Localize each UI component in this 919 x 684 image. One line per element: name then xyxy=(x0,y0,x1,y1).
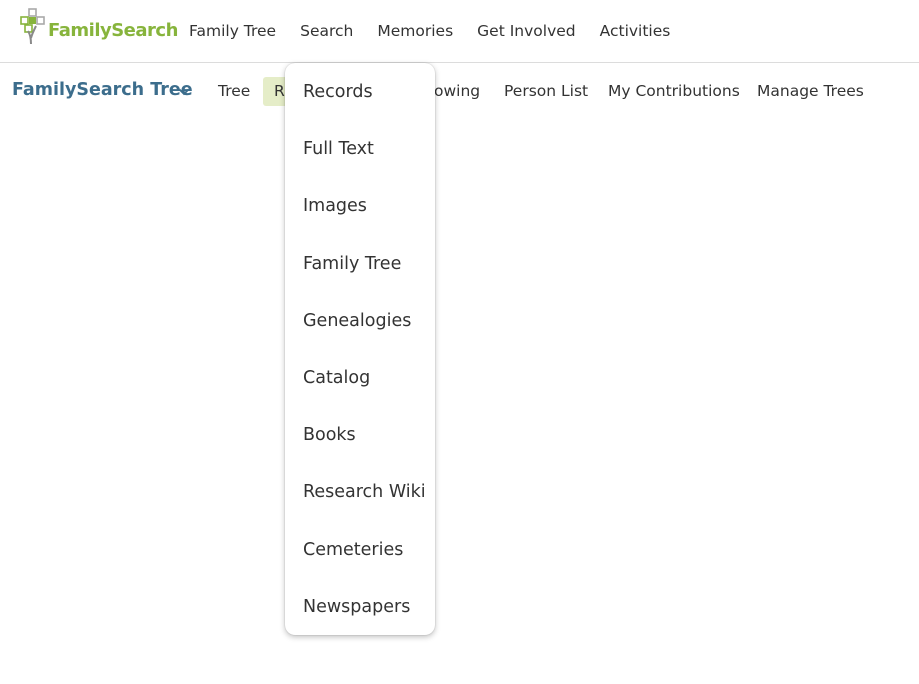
tab-tree[interactable]: Tree xyxy=(218,82,250,100)
menu-item-cemeteries[interactable]: Cemeteries xyxy=(303,540,403,560)
nav-search[interactable]: Search xyxy=(300,22,353,40)
tree-subnav: FamilySearch Tree Tree Re owing Person L… xyxy=(0,63,919,119)
tab-person-list[interactable]: Person List xyxy=(504,82,588,100)
chevron-down-icon[interactable] xyxy=(178,88,190,96)
menu-item-family-tree[interactable]: Family Tree xyxy=(303,254,401,274)
logo-text: FamilySearch xyxy=(48,19,178,41)
familysearch-logo[interactable]: FamilySearch xyxy=(20,8,178,46)
menu-item-records[interactable]: Records xyxy=(303,82,373,102)
menu-item-genealogies[interactable]: Genealogies xyxy=(303,311,411,331)
menu-item-newspapers[interactable]: Newspapers xyxy=(303,597,410,617)
nav-get-involved[interactable]: Get Involved xyxy=(477,22,575,40)
tab-manage-trees[interactable]: Manage Trees xyxy=(757,82,864,100)
tree-logo-icon xyxy=(20,8,45,45)
nav-activities[interactable]: Activities xyxy=(600,22,671,40)
tree-selector-title[interactable]: FamilySearch Tree xyxy=(12,80,193,100)
tab-my-contributions[interactable]: My Contributions xyxy=(608,82,740,100)
nav-family-tree[interactable]: Family Tree xyxy=(189,22,276,40)
menu-item-books[interactable]: Books xyxy=(303,425,356,445)
top-header: FamilySearch Family Tree Search Memories… xyxy=(0,0,919,63)
tab-following[interactable]: owing xyxy=(434,82,480,100)
menu-item-full-text[interactable]: Full Text xyxy=(303,139,374,159)
menu-item-catalog[interactable]: Catalog xyxy=(303,368,370,388)
nav-memories[interactable]: Memories xyxy=(377,22,453,40)
main-nav: Family Tree Search Memories Get Involved… xyxy=(189,22,694,40)
menu-item-images[interactable]: Images xyxy=(303,196,367,216)
search-dropdown-menu: Records Full Text Images Family Tree Gen… xyxy=(285,63,435,635)
menu-item-research-wiki[interactable]: Research Wiki xyxy=(303,482,426,502)
